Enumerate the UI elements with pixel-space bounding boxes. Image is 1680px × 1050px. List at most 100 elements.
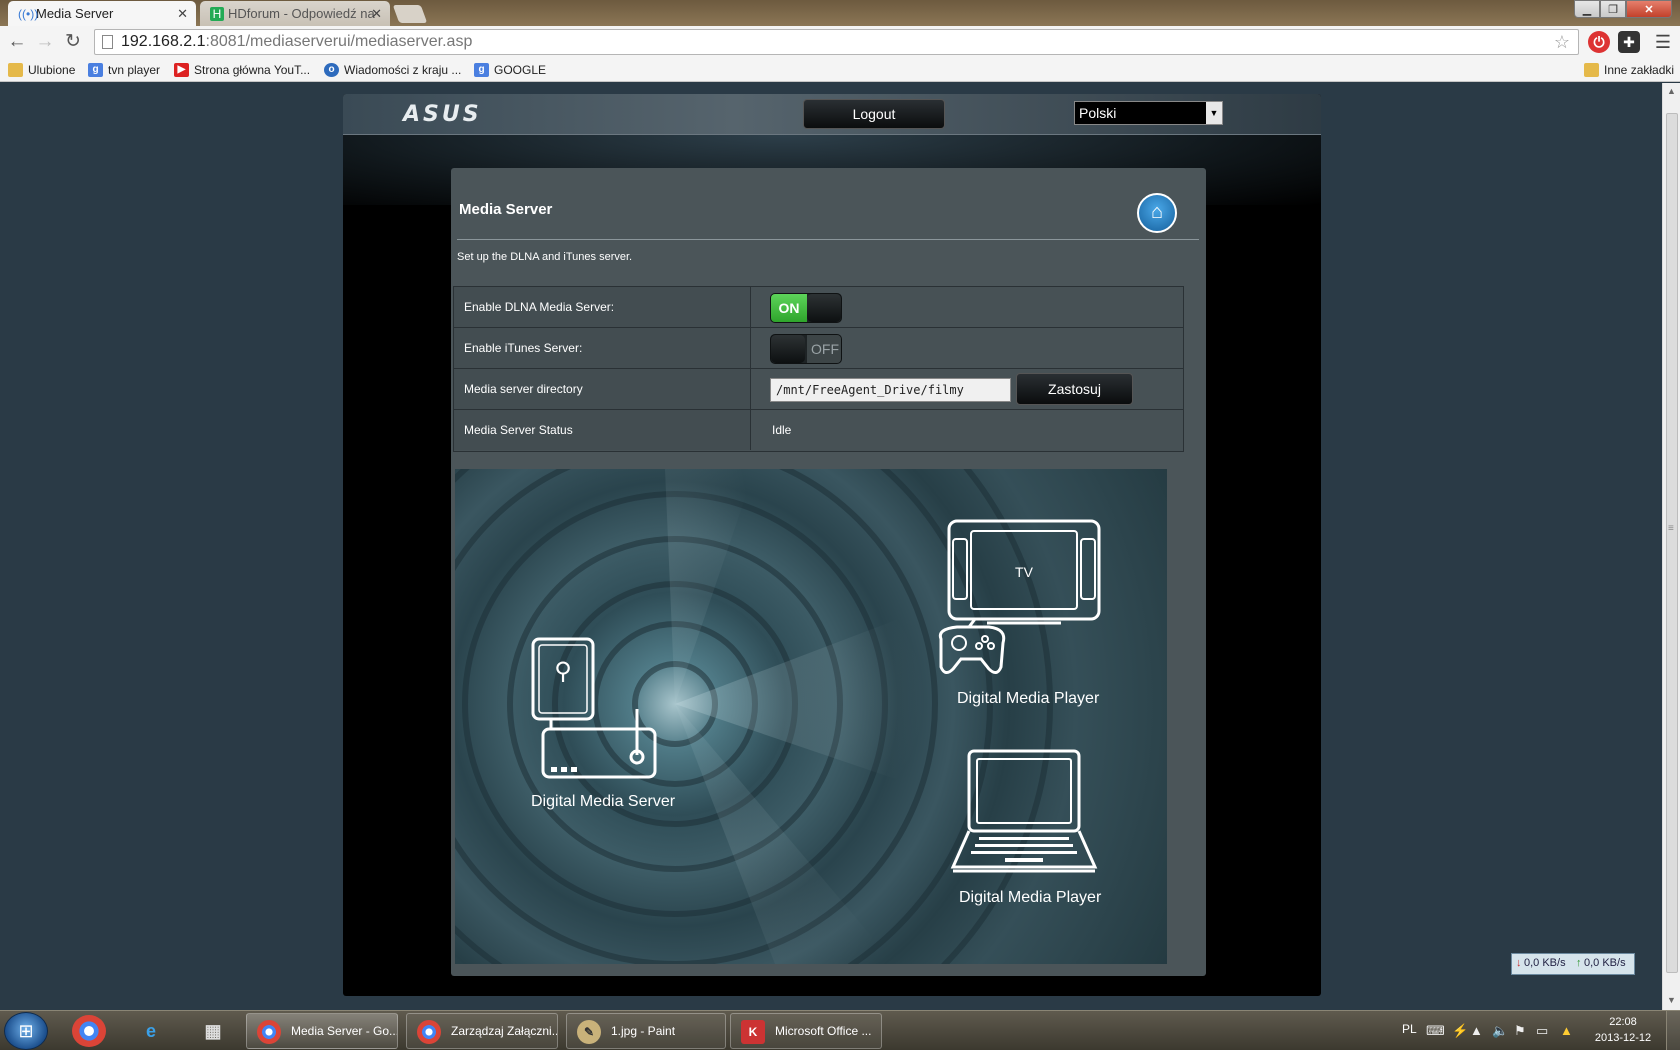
new-tab-button[interactable] bbox=[392, 5, 428, 23]
vertical-scrollbar[interactable]: ▲ ≡ ▼ bbox=[1662, 83, 1680, 1010]
stop-extension-icon[interactable]: ⏻ bbox=[1588, 31, 1610, 53]
network-icon[interactable]: ▭ bbox=[1536, 1023, 1548, 1039]
maximize-button[interactable]: ❐ bbox=[1600, 0, 1626, 18]
calculator-icon[interactable]: ▦ bbox=[196, 1015, 230, 1047]
folder-icon bbox=[8, 63, 23, 77]
row-value: OFF bbox=[752, 328, 1183, 368]
server-label: Digital Media Server bbox=[531, 793, 676, 810]
toggle-knob bbox=[771, 335, 805, 363]
page-icon bbox=[102, 35, 113, 49]
usb-icon[interactable]: ⚡ bbox=[1452, 1023, 1468, 1039]
router-header: ASUS Logout Polski ▼ bbox=[343, 94, 1321, 135]
taskbar: ⊞ e ▦ Media Server - Go... Zarządzaj Zał… bbox=[0, 1010, 1680, 1050]
panel-description: Set up the DLNA and iTunes server. bbox=[457, 251, 633, 263]
router-frame: ASUS Logout Polski ▼ Media Server ⌂ Set … bbox=[343, 94, 1321, 996]
show-desktop-button[interactable] bbox=[1666, 1011, 1680, 1050]
page-title: Media Server bbox=[459, 201, 553, 218]
clock[interactable]: 22:08 2013-12-12 bbox=[1586, 1014, 1660, 1046]
table-row: Media Server Status Idle bbox=[454, 410, 1183, 451]
onet-icon: o bbox=[324, 63, 339, 77]
bookmark-wiadomosci[interactable]: o Wiadomości z kraju ... bbox=[324, 61, 461, 79]
bookmark-star-icon[interactable]: ☆ bbox=[1554, 30, 1570, 54]
hdforum-icon: H bbox=[210, 7, 224, 21]
time: 22:08 bbox=[1609, 1016, 1637, 1028]
keyboard-icon[interactable]: ⌨ bbox=[1426, 1023, 1445, 1039]
start-button[interactable]: ⊞ bbox=[4, 1012, 48, 1050]
player-label-1: Digital Media Player bbox=[957, 690, 1100, 707]
extension-icon[interactable]: ✚ bbox=[1618, 31, 1640, 53]
show-hidden-icon[interactable]: ▲ bbox=[1470, 1023, 1483, 1038]
tab-title: HDforum - Odpowiedź na bbox=[228, 6, 375, 21]
scroll-down-icon[interactable]: ▼ bbox=[1667, 995, 1676, 1005]
bookmark-label: Wiadomości z kraju ... bbox=[344, 63, 462, 77]
laptop-icon bbox=[950, 749, 1098, 873]
itunes-toggle[interactable]: OFF bbox=[770, 334, 842, 364]
task-label: 1.jpg - Paint bbox=[611, 1024, 676, 1038]
status-value: Idle bbox=[772, 423, 792, 437]
tray-language[interactable]: PL bbox=[1402, 1022, 1417, 1050]
dlna-toggle[interactable]: ON bbox=[770, 293, 842, 323]
tab-hdforum[interactable]: H HDforum - Odpowiedź na ✕ bbox=[200, 1, 390, 26]
bookmark-youtube[interactable]: ▶ Strona główna YouT... bbox=[174, 61, 310, 79]
download-arrow-icon: ↓ bbox=[1516, 957, 1522, 969]
back-icon[interactable]: ← bbox=[6, 31, 28, 53]
table-row: Enable DLNA Media Server: ON bbox=[454, 287, 1183, 328]
folder-icon bbox=[1584, 63, 1599, 77]
row-value: /mnt/FreeAgent_Drive/filmy Zastosuj bbox=[752, 369, 1183, 409]
tab-media-server[interactable]: ((•)) Media Server ✕ bbox=[8, 1, 196, 26]
volume-icon[interactable]: 🔈 bbox=[1492, 1023, 1508, 1039]
tab-title: Media Server bbox=[36, 6, 114, 21]
url-host: 192.168.2.1 bbox=[121, 33, 206, 50]
svg-text:⚲: ⚲ bbox=[554, 658, 572, 685]
bookmark-tvn-player[interactable]: g tvn player bbox=[88, 61, 160, 79]
drive-icon[interactable]: ▲ bbox=[1560, 1023, 1573, 1038]
menu-icon[interactable]: ☰ bbox=[1652, 31, 1674, 53]
chrome-icon bbox=[257, 1020, 281, 1044]
toggle-text: ON bbox=[771, 294, 807, 322]
bookmark-ulubione[interactable]: Ulubione bbox=[8, 61, 75, 79]
bookmark-label: Ulubione bbox=[28, 63, 76, 77]
bookmark-other[interactable]: Inne zakładki bbox=[1584, 61, 1674, 79]
chrome-icon[interactable] bbox=[72, 1015, 106, 1047]
reload-icon[interactable]: ↻ bbox=[62, 31, 84, 53]
close-tab-icon[interactable]: ✕ bbox=[177, 1, 188, 26]
apply-button[interactable]: Zastosuj bbox=[1016, 373, 1133, 405]
row-label: Media Server Status bbox=[454, 410, 751, 450]
download-speed: 0,0 KB/s bbox=[1524, 957, 1566, 969]
google-icon: g bbox=[88, 63, 103, 77]
chrome-icon bbox=[417, 1020, 441, 1044]
youtube-icon: ▶ bbox=[174, 63, 189, 77]
media-directory-input[interactable]: /mnt/FreeAgent_Drive/filmy bbox=[770, 378, 1011, 402]
scroll-thumb[interactable] bbox=[1666, 113, 1678, 973]
row-label: Media server directory bbox=[454, 369, 751, 409]
flag-icon[interactable]: ⚑ bbox=[1514, 1023, 1526, 1039]
row-label: Enable DLNA Media Server: bbox=[454, 287, 751, 327]
row-label: Enable iTunes Server: bbox=[454, 328, 751, 368]
minimize-button[interactable]: ▁ bbox=[1574, 0, 1600, 18]
tab-strip: ((•)) Media Server ✕ H HDforum - Odpowie… bbox=[0, 0, 1680, 26]
tv-icon: TV bbox=[938, 519, 1101, 674]
close-tab-icon[interactable]: ✕ bbox=[371, 1, 382, 26]
chevron-down-icon: ▼ bbox=[1206, 102, 1222, 124]
url-path: :8081/mediaserverui/mediaserver.asp bbox=[205, 33, 473, 50]
task-label: Zarządzaj Załączni... bbox=[451, 1024, 558, 1038]
task-media-server[interactable]: Media Server - Go... bbox=[246, 1013, 398, 1049]
logout-button[interactable]: Logout bbox=[803, 99, 945, 129]
home-icon[interactable]: ⌂ bbox=[1137, 193, 1177, 233]
task-label: Media Server - Go... bbox=[291, 1024, 398, 1038]
address-bar[interactable]: 192.168.2.1:8081/mediaserverui/mediaserv… bbox=[94, 29, 1579, 55]
language-select[interactable]: Polski ▼ bbox=[1074, 101, 1223, 125]
paint-icon: ✎ bbox=[577, 1020, 601, 1044]
close-window-button[interactable]: ✕ bbox=[1626, 0, 1672, 18]
bookmark-google[interactable]: g GOOGLE bbox=[474, 61, 546, 79]
browser-toolbar: ← → ↻ 192.168.2.1:8081/mediaserverui/med… bbox=[0, 26, 1680, 58]
task-paint[interactable]: ✎ 1.jpg - Paint bbox=[566, 1013, 726, 1049]
forward-icon[interactable]: → bbox=[34, 31, 56, 53]
task-office[interactable]: K Microsoft Office ... bbox=[730, 1013, 882, 1049]
bookmark-label: GOOGLE bbox=[494, 63, 547, 77]
ie-icon[interactable]: e bbox=[134, 1015, 168, 1047]
scroll-up-icon[interactable]: ▲ bbox=[1667, 86, 1676, 96]
task-zarzadzaj[interactable]: Zarządzaj Załączni... bbox=[406, 1013, 558, 1049]
language-value: Polski bbox=[1079, 105, 1117, 121]
office-icon: K bbox=[741, 1020, 765, 1044]
